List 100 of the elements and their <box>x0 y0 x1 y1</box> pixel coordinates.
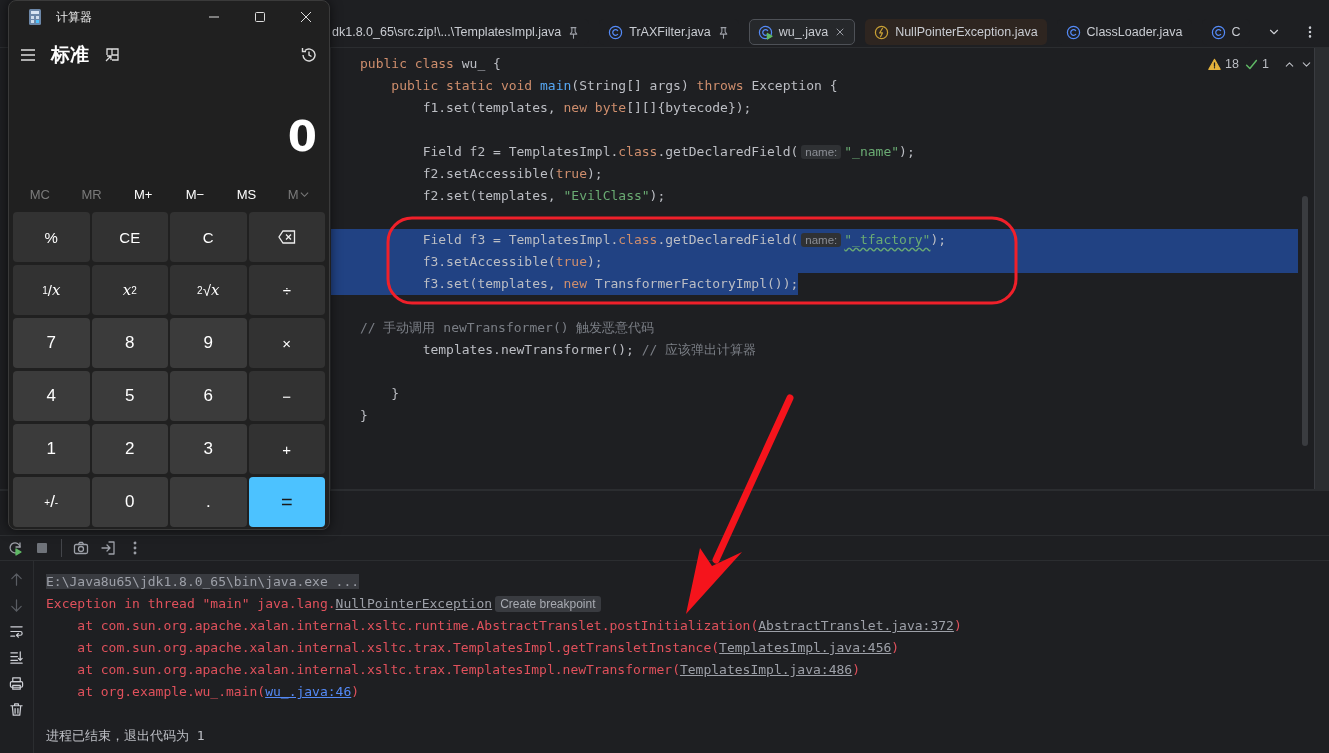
console-text: at com.sun.org.apache.xalan.internal.xsltc.trax.TemplatesImpl.getTransletInstance( <box>77 640 720 655</box>
code-text: true <box>555 166 587 181</box>
calculator-key[interactable]: 5 <box>91 371 168 421</box>
console-command[interactable]: E:\Java8u65\jdk1.8.0_65\bin\java.exe ... <box>46 574 360 589</box>
code-text: Exception { <box>751 78 838 93</box>
calculator-key[interactable]: × <box>248 318 325 368</box>
code-text: ); <box>930 232 947 247</box>
lightning-icon <box>874 24 890 40</box>
code-text: } <box>391 386 400 401</box>
stack-link[interactable]: TemplatesImpl.java:486 <box>679 662 853 677</box>
class-icon <box>1210 24 1226 40</box>
code-text: ); <box>587 254 603 269</box>
calculator-key[interactable]: 3 <box>170 424 247 474</box>
memory-button[interactable]: M+ <box>117 177 169 211</box>
calculator-key[interactable]: 7 <box>13 318 90 368</box>
code-text: true <box>555 254 587 269</box>
display-value: 0 <box>287 111 317 161</box>
parameter-hint: name: <box>801 233 842 247</box>
console-text: at com.sun.org.apache.xalan.internal.xsltc.trax.TemplatesImpl.newTransformer( <box>77 662 680 677</box>
class-icon <box>608 24 624 40</box>
code-text: .getDeclaredField( <box>657 232 799 247</box>
chevron-down-icon <box>299 189 309 199</box>
code-text: [][]{bytecode}); <box>626 100 752 115</box>
calculator-key[interactable]: 8 <box>91 318 168 368</box>
code-text: TransformerFactoryImpl()); <box>594 276 799 291</box>
maximize-icon <box>254 11 266 23</box>
print-icon[interactable] <box>9 676 24 691</box>
stack-link[interactable]: TemplatesImpl.java:456 <box>719 640 892 655</box>
code-text: public static void <box>391 78 534 93</box>
class-icon <box>757 24 773 40</box>
code-text: "_name" <box>844 144 900 159</box>
calculator-key[interactable]: . <box>170 477 247 527</box>
code-text: Field f2 = TemplatesImpl. <box>422 144 619 159</box>
scroll-to-end-icon[interactable] <box>9 650 24 665</box>
console-text: at com.sun.org.apache.xalan.internal.xsltc.runtime.AbstractTranslet.postInitialization( <box>77 618 759 633</box>
code-text: Field f3 = TemplatesImpl. <box>422 232 619 247</box>
editor-tab[interactable]: NullPointerException.java <box>865 19 1047 45</box>
create-breakpoint-button[interactable]: Create breakpoint <box>495 596 601 612</box>
code-text: throws <box>696 78 745 93</box>
console-text: Exception in thread "main" java.lang. <box>46 596 336 611</box>
code-text: f2.set(templates, <box>422 188 557 203</box>
console-text: ) <box>891 640 900 655</box>
source-link[interactable]: wu_.java:46 <box>265 684 352 699</box>
code-text: main <box>540 78 572 93</box>
code-text: class <box>618 232 658 247</box>
parameter-hint: name: <box>801 145 842 159</box>
calculator-key[interactable]: CE <box>91 212 168 262</box>
calculator-key[interactable]: 2 <box>91 424 168 474</box>
mode-title: 标准 <box>51 42 89 67</box>
calculator-key[interactable]: + <box>248 424 325 474</box>
code-comment: // 手动调用 newTransformer() 触发恶意代码 <box>360 320 655 335</box>
calculator-key[interactable]: − <box>248 371 325 421</box>
code-text: "EvilClass" <box>563 188 650 203</box>
code-text: ); <box>649 188 666 203</box>
backspace-key[interactable] <box>248 212 325 262</box>
equals-key[interactable]: = <box>248 477 325 527</box>
stop-icon[interactable] <box>34 540 50 556</box>
memory-button[interactable]: MS <box>220 177 273 211</box>
memory-button[interactable]: M− <box>169 177 221 211</box>
calculator-key[interactable]: 9 <box>170 318 247 368</box>
console-text: ) <box>953 618 962 633</box>
calculator-key[interactable]: $^{2}$√x <box>170 265 247 315</box>
console-text: ) <box>351 684 360 699</box>
code-comment: // 应该弹出计算器 <box>641 342 757 357</box>
code-text: (String[] args) <box>571 78 690 93</box>
calculator-key[interactable]: 0 <box>91 477 168 527</box>
code-text: f3.set(templates, <box>422 276 557 291</box>
code-text: .getDeclaredField( <box>657 144 799 159</box>
code-text: ); <box>899 144 915 159</box>
calculator-key[interactable]: C <box>170 212 247 262</box>
calculator-key[interactable]: x$^{2}$ <box>91 265 168 315</box>
backspace-icon <box>277 230 296 244</box>
soft-wrap-icon[interactable] <box>9 624 24 639</box>
warning-count[interactable]: 18 <box>1225 57 1239 71</box>
passed-count[interactable]: 1 <box>1261 57 1269 71</box>
code-text: new <box>563 276 588 291</box>
check-icon <box>1244 57 1258 71</box>
stack-link[interactable]: NullPointerException <box>335 596 493 611</box>
window-title: 计算器 <box>56 8 92 26</box>
calculator-key[interactable]: 6 <box>170 371 247 421</box>
stack-link[interactable]: AbstractTranslet.java:372 <box>758 618 954 633</box>
scrollbar-thumb[interactable] <box>1302 196 1308 446</box>
code-text: new byte <box>563 100 627 115</box>
editor-tab[interactable]: wu_.java <box>748 19 856 45</box>
camera-icon[interactable] <box>73 540 89 556</box>
trash-icon[interactable] <box>9 702 24 717</box>
console-text: ) <box>852 662 860 677</box>
rerun-icon[interactable] <box>7 540 23 556</box>
calculator-key[interactable]: % <box>13 212 90 262</box>
code-text: f3.setAccessible( <box>422 254 556 269</box>
calculator-key[interactable]: 1 <box>13 424 90 474</box>
code-text: f1.set(templates, <box>422 100 557 115</box>
calculator-key[interactable]: 4 <box>13 371 90 421</box>
calculator-key[interactable]: ÷ <box>248 265 325 315</box>
console-text: at org.example.wu_.main( <box>77 684 266 699</box>
code-text: } <box>360 408 368 423</box>
code-text: f2.setAccessible( <box>422 166 556 181</box>
exit-icon[interactable] <box>100 540 116 556</box>
console-text: 进程已结束，退出代码为 1 <box>46 728 205 743</box>
calculator-key[interactable]: $^{1}$/x <box>13 265 90 315</box>
